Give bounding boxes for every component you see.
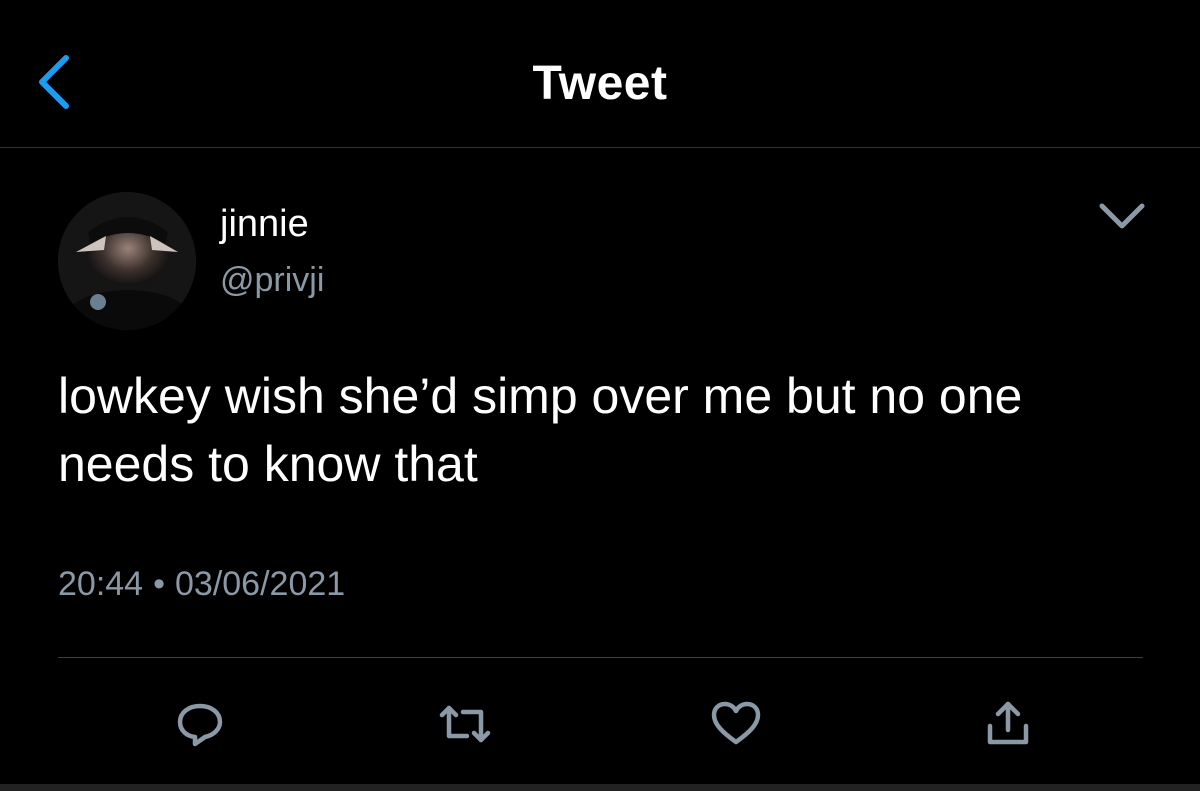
bottom-edge <box>0 784 1200 791</box>
chevron-down-icon <box>1099 203 1145 229</box>
like-button[interactable] <box>708 696 764 752</box>
tweet-time: 20:44 <box>58 565 144 603</box>
avatar[interactable] <box>58 192 196 330</box>
tweet-timestamp: 20:44 • 03/06/2021 <box>58 562 345 606</box>
reply-button[interactable] <box>172 696 228 752</box>
retweet-button[interactable] <box>437 696 493 752</box>
share-icon <box>987 701 1029 745</box>
retweet-icon <box>439 705 491 743</box>
heart-icon <box>711 701 761 745</box>
user-handle[interactable]: @privji <box>220 258 324 302</box>
display-name[interactable]: jinnie <box>220 200 309 248</box>
reply-icon <box>177 703 223 747</box>
tweet-text: lowkey wish she’d simp over me but no on… <box>58 368 1023 492</box>
page-title: Tweet <box>532 57 668 110</box>
tweet-date: 03/06/2021 <box>175 565 346 603</box>
top-bar: Tweet <box>0 0 1200 148</box>
divider <box>58 657 1143 658</box>
profile-photo <box>58 192 196 330</box>
share-button[interactable] <box>980 696 1036 752</box>
more-options-button[interactable] <box>1096 196 1148 236</box>
separator-dot: • <box>153 565 165 603</box>
